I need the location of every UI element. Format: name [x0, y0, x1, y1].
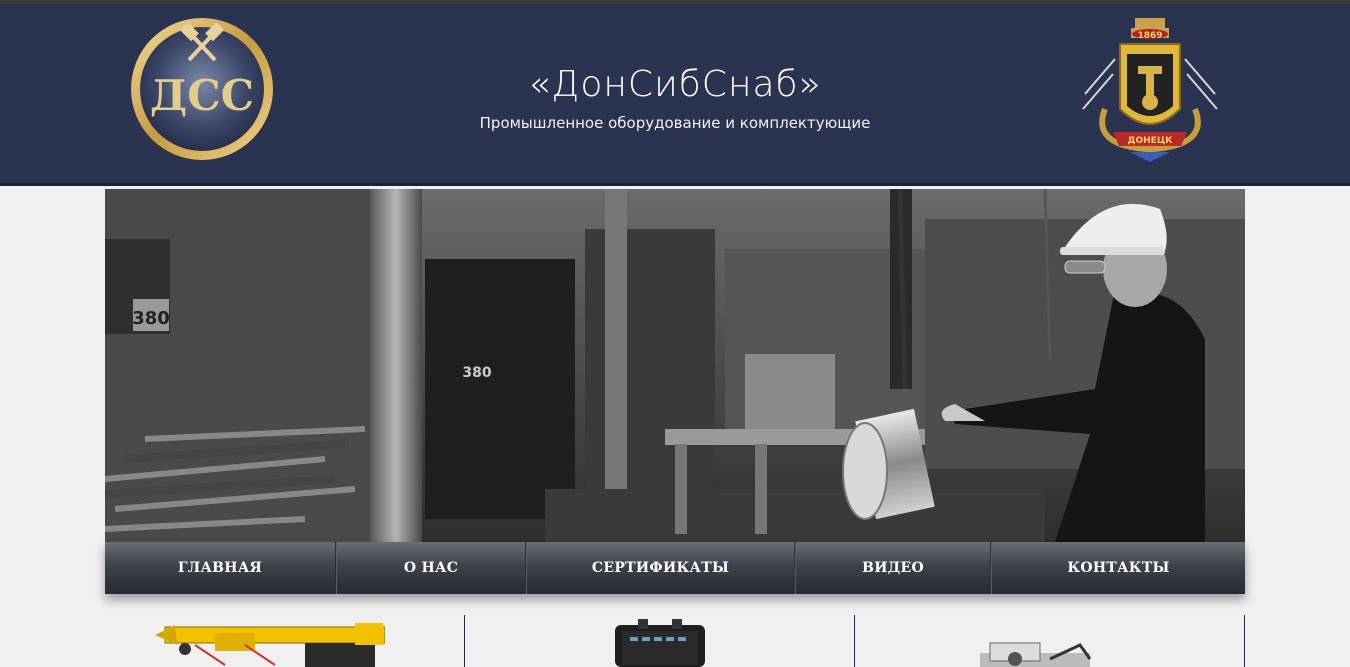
- nav-item-video[interactable]: ВИДЕО: [795, 542, 991, 594]
- nav-item-certificates[interactable]: СЕРТИФИКАТЫ: [526, 542, 795, 594]
- product-machine-image[interactable]: [970, 615, 1110, 667]
- site-subtitle: Промышленное оборудование и комплектующи…: [479, 114, 871, 132]
- column-divider: [1244, 615, 1245, 667]
- sign-380-mid: 380: [462, 365, 491, 381]
- company-logo[interactable]: ДСС: [129, 16, 275, 162]
- nav-item-contacts[interactable]: КОНТАКТЫ: [991, 542, 1245, 594]
- product-drill-rig-image[interactable]: [155, 615, 385, 667]
- nav-item-about[interactable]: О НАС: [336, 542, 526, 594]
- city-crest-icon: 1869 ДОНЕЦК: [1082, 18, 1218, 162]
- crest-year: 1869: [1137, 31, 1162, 41]
- nav-item-home[interactable]: ГЛАВНАЯ: [105, 542, 336, 594]
- main-nav: ГЛАВНАЯ О НАС СЕРТИФИКАТЫ ВИДЕО КОНТАКТЫ: [105, 542, 1245, 594]
- factory-worker-photo: 380 380: [105, 189, 1245, 542]
- column-divider: [464, 615, 465, 667]
- product-grid: [105, 615, 1245, 667]
- hero-banner: 380 380: [105, 189, 1245, 542]
- sign-380-left: 380: [132, 308, 170, 329]
- site-title: «ДонСибСнаб»: [528, 64, 822, 105]
- title-block: «ДонСибСнаб» Промышленное оборудование и…: [400, 62, 950, 132]
- logo-text: ДСС: [150, 71, 254, 120]
- column-divider: [854, 615, 855, 667]
- product-case-image[interactable]: [610, 615, 710, 667]
- site-header: ДСС «ДонСибСнаб» Промышленное оборудован…: [0, 4, 1350, 186]
- crest-ribbon: ДОНЕЦК: [1127, 136, 1173, 146]
